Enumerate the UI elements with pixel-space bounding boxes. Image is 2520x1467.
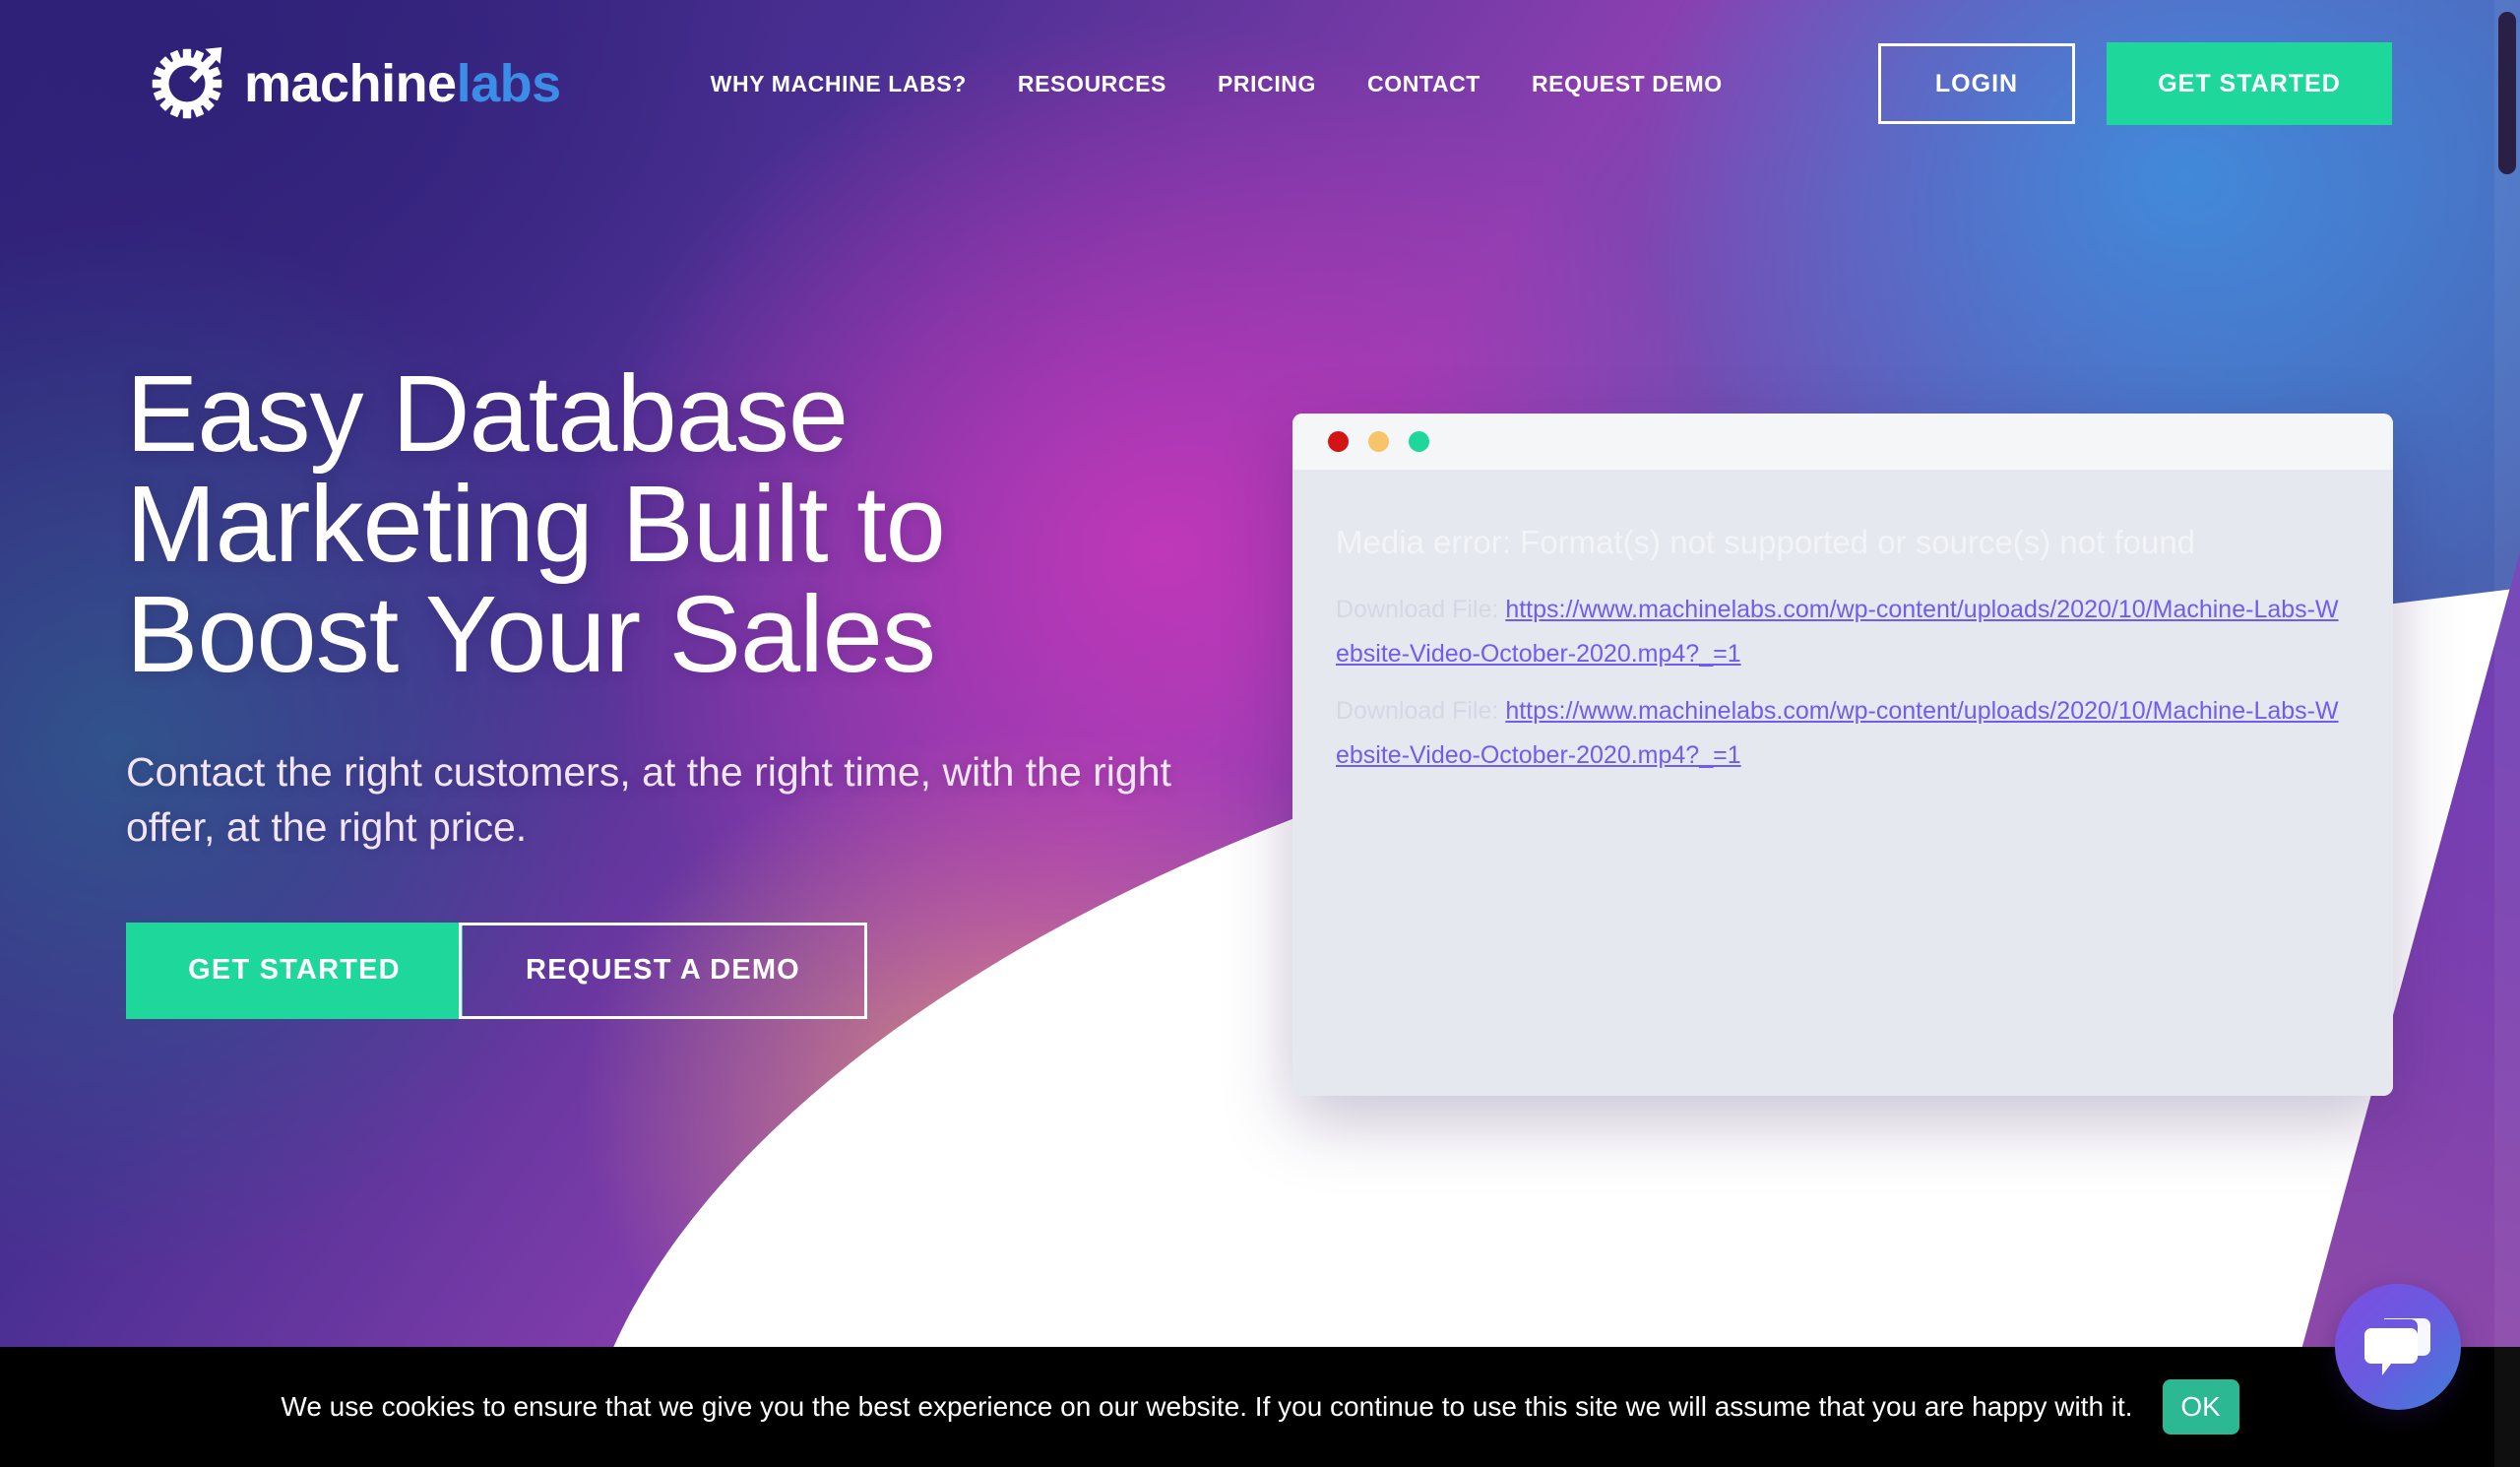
site-header: machinelabs WHY MACHINE LABS? RESOURCES … bbox=[0, 0, 2520, 167]
minimize-dot-icon[interactable] bbox=[1368, 431, 1389, 452]
nav-item-contact[interactable]: CONTACT bbox=[1367, 71, 1480, 97]
logo-text-labs: labs bbox=[456, 54, 562, 113]
chat-bubbles-icon bbox=[2362, 1312, 2433, 1382]
login-button[interactable]: LOGIN bbox=[1878, 43, 2075, 124]
hero-button-group: GET STARTED REQUEST A DEMO bbox=[126, 922, 1258, 1019]
video-player-window: Media error: Format(s) not supported or … bbox=[1292, 414, 2393, 1096]
chat-widget-button[interactable] bbox=[2335, 1284, 2461, 1410]
download-file-line: Download File: https://www.machinelabs.c… bbox=[1336, 588, 2350, 675]
hero-request-demo-button[interactable]: REQUEST A DEMO bbox=[459, 922, 867, 1019]
nav-item-why-machine-labs[interactable]: WHY MACHINE LABS? bbox=[711, 71, 967, 97]
logo-text-machine: machine bbox=[244, 54, 457, 113]
download-file-label: Download File: bbox=[1336, 596, 1499, 624]
player-titlebar bbox=[1292, 414, 2393, 471]
main-navigation: WHY MACHINE LABS? RESOURCES PRICING CONT… bbox=[711, 71, 1723, 97]
header-actions: LOGIN GET STARTED bbox=[1878, 42, 2392, 125]
hero-subtitle: Contact the right customers, at the righ… bbox=[126, 748, 1171, 851]
maximize-dot-icon[interactable] bbox=[1409, 431, 1429, 452]
logo-wordmark: machinelabs bbox=[244, 57, 561, 110]
scrollbar-track[interactable] bbox=[2494, 0, 2520, 1467]
hero-get-started-button[interactable]: GET STARTED bbox=[126, 922, 463, 1019]
cookie-accept-button[interactable]: OK bbox=[2162, 1379, 2239, 1435]
site-logo[interactable]: machinelabs bbox=[146, 42, 561, 125]
scrollbar-thumb[interactable] bbox=[2498, 12, 2516, 174]
header-get-started-button[interactable]: GET STARTED bbox=[2107, 42, 2392, 125]
nav-item-request-demo[interactable]: REQUEST DEMO bbox=[1532, 71, 1723, 97]
nav-item-pricing[interactable]: PRICING bbox=[1218, 71, 1316, 97]
hero-title-line-1: Easy Database bbox=[126, 353, 849, 475]
gear-arrow-icon bbox=[146, 42, 228, 125]
hero-title-line-2: Marketing Built to bbox=[126, 464, 946, 586]
hero-content: Easy Database Marketing Built to Boost Y… bbox=[126, 358, 1258, 1019]
media-error-message: Media error: Format(s) not supported or … bbox=[1336, 524, 2196, 560]
download-file-line: Download File: https://www.machinelabs.c… bbox=[1336, 689, 2350, 777]
page-title: Easy Database Marketing Built to Boost Y… bbox=[126, 358, 1258, 691]
hero-title-line-3: Boost Your Sales bbox=[126, 574, 936, 696]
cookie-consent-message: We use cookies to ensure that we give yo… bbox=[281, 1391, 2133, 1422]
nav-item-resources[interactable]: RESOURCES bbox=[1018, 71, 1166, 97]
download-file-label: Download File: bbox=[1336, 697, 1499, 726]
close-dot-icon[interactable] bbox=[1328, 431, 1349, 452]
player-body: Media error: Format(s) not supported or … bbox=[1292, 471, 2393, 1096]
cookie-consent-bar: We use cookies to ensure that we give yo… bbox=[0, 1347, 2520, 1467]
